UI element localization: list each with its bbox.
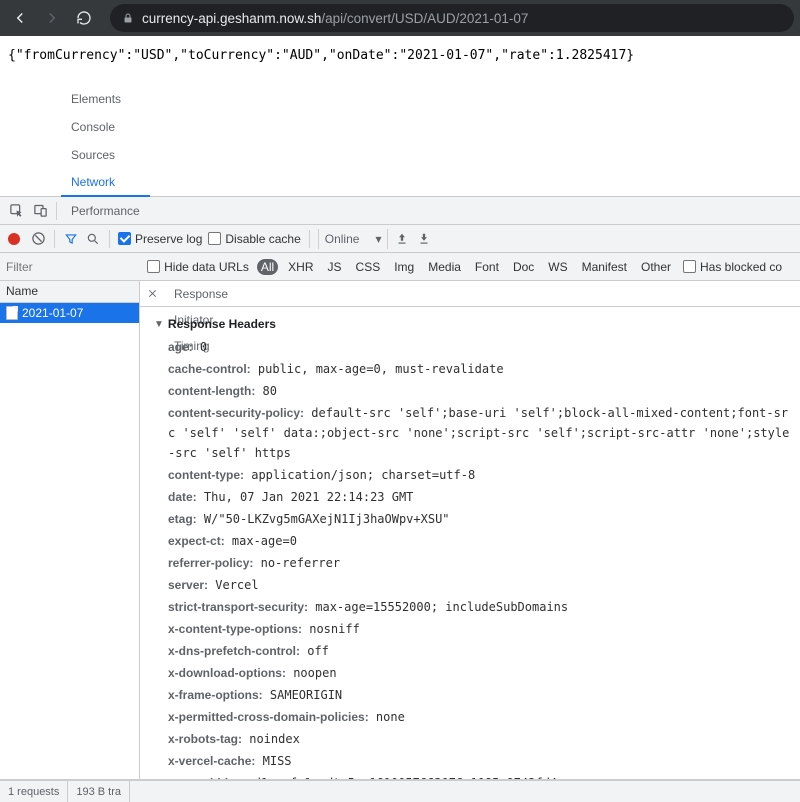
header-line: expect-ct: max-age=0 bbox=[168, 531, 790, 551]
headers-body: ▼ Response Headers age: 0cache-control: … bbox=[140, 307, 800, 779]
request-detail: HeadersPreviewResponseInitiatorTiming ▼ … bbox=[140, 281, 800, 779]
file-icon bbox=[6, 306, 18, 320]
request-list-header: Name bbox=[0, 281, 139, 303]
network-filter-bar: Hide data URLs All XHR JS CSS Img Media Font Do… bbox=[0, 253, 800, 281]
header-line: etag: W/"50-LKZvg5mGAXejN1Ij3haOWpv+XSU" bbox=[168, 509, 790, 529]
devtools-tab-performance[interactable]: Performance bbox=[61, 197, 150, 225]
filter-chip-img[interactable]: Img bbox=[390, 259, 418, 275]
header-line: x-permitted-cross-domain-policies: none bbox=[168, 707, 790, 727]
devtools-tab-bar: ElementsConsoleSourcesNetworkPerformance… bbox=[0, 197, 800, 225]
filter-chip-manifest[interactable]: Manifest bbox=[578, 259, 631, 275]
chevron-down-icon: ▾ bbox=[375, 232, 381, 246]
header-line: strict-transport-security: max-age=15552… bbox=[168, 597, 790, 617]
filter-type-chips: All XHR JS CSS Img Media Font Doc WS Manifest Othe… bbox=[257, 259, 675, 275]
lock-icon bbox=[122, 11, 134, 25]
device-toggle-icon[interactable] bbox=[28, 203, 52, 218]
devtools-tab-network[interactable]: Network bbox=[61, 169, 150, 197]
header-line: x-download-options: noopen bbox=[168, 663, 790, 683]
clear-icon[interactable] bbox=[30, 231, 46, 247]
status-bar: 1 requests 193 B tra bbox=[0, 780, 800, 802]
status-requests: 1 requests bbox=[0, 781, 68, 802]
header-line: date: Thu, 07 Jan 2021 22:14:23 GMT bbox=[168, 487, 790, 507]
filter-input[interactable] bbox=[6, 260, 126, 274]
filter-chip-font[interactable]: Font bbox=[471, 259, 503, 275]
devtools-tab-elements[interactable]: Elements bbox=[61, 85, 150, 113]
response-headers-section[interactable]: ▼ Response Headers bbox=[154, 317, 790, 331]
header-line: x-dns-prefetch-control: off bbox=[168, 641, 790, 661]
header-line: x-frame-options: SAMEORIGIN bbox=[168, 685, 790, 705]
header-line: server: Vercel bbox=[168, 575, 790, 595]
filter-chip-js[interactable]: JS bbox=[324, 259, 346, 275]
record-button[interactable] bbox=[8, 233, 20, 245]
request-list: Name 2021-01-07 bbox=[0, 281, 140, 779]
download-icon[interactable] bbox=[416, 231, 432, 247]
filter-chip-other[interactable]: Other bbox=[637, 259, 675, 275]
close-detail-icon[interactable] bbox=[140, 288, 164, 299]
upload-icon[interactable] bbox=[394, 231, 410, 247]
header-line: referrer-policy: no-referrer bbox=[168, 553, 790, 573]
reload-button[interactable] bbox=[70, 4, 98, 32]
back-button[interactable] bbox=[6, 4, 34, 32]
request-row[interactable]: 2021-01-07 bbox=[0, 303, 139, 323]
disable-cache-checkbox[interactable]: Disable cache bbox=[208, 232, 300, 246]
url-path: /api/convert/USD/AUD/2021-01-07 bbox=[321, 11, 528, 26]
filter-chip-css[interactable]: CSS bbox=[352, 259, 385, 275]
inspect-icon[interactable] bbox=[4, 203, 28, 218]
devtools-tab-sources[interactable]: Sources bbox=[61, 141, 150, 169]
header-line: x-vercel-id: syd1::sfo1::dtm5s-161005766… bbox=[168, 773, 790, 779]
filter-chip-all[interactable]: All bbox=[257, 259, 278, 275]
browser-address-bar: currency-api.geshanm.now.sh/api/convert/… bbox=[0, 0, 800, 36]
filter-chip-ws[interactable]: WS bbox=[544, 259, 571, 275]
throttle-select[interactable]: Online ▾ bbox=[318, 229, 389, 249]
network-toolbar: Preserve log Disable cache Online ▾ bbox=[0, 225, 800, 253]
url-bar[interactable]: currency-api.geshanm.now.sh/api/convert/… bbox=[110, 4, 794, 32]
filter-icon[interactable] bbox=[63, 231, 79, 247]
preserve-log-checkbox[interactable]: Preserve log bbox=[118, 232, 202, 246]
status-transferred: 193 B tra bbox=[68, 781, 130, 802]
filter-chip-media[interactable]: Media bbox=[424, 259, 465, 275]
header-line: cache-control: public, max-age=0, must-r… bbox=[168, 359, 790, 379]
devtools-tab-console[interactable]: Console bbox=[61, 113, 150, 141]
filter-chip-doc[interactable]: Doc bbox=[509, 259, 538, 275]
header-line: content-type: application/json; charset=… bbox=[168, 465, 790, 485]
filter-chip-xhr[interactable]: XHR bbox=[284, 259, 317, 275]
search-icon[interactable] bbox=[85, 231, 101, 247]
header-line: x-content-type-options: nosniff bbox=[168, 619, 790, 639]
header-line: content-security-policy: default-src 'se… bbox=[168, 403, 790, 463]
header-line: x-vercel-cache: MISS bbox=[168, 751, 790, 771]
devtools-panel: ElementsConsoleSourcesNetworkPerformance… bbox=[0, 196, 800, 802]
forward-button[interactable] bbox=[38, 4, 66, 32]
url-host: currency-api.geshanm.now.sh bbox=[142, 11, 321, 26]
detail-tab-response[interactable]: Response bbox=[164, 281, 238, 307]
header-line: age: 0 bbox=[168, 337, 790, 357]
header-line: x-robots-tag: noindex bbox=[168, 729, 790, 749]
detail-tab-bar: HeadersPreviewResponseInitiatorTiming bbox=[140, 281, 800, 307]
disclosure-triangle-icon: ▼ bbox=[154, 319, 164, 330]
has-blocked-checkbox[interactable]: Has blocked co bbox=[683, 260, 782, 274]
header-line: content-length: 80 bbox=[168, 381, 790, 401]
hide-data-urls-checkbox[interactable]: Hide data URLs bbox=[147, 260, 249, 274]
